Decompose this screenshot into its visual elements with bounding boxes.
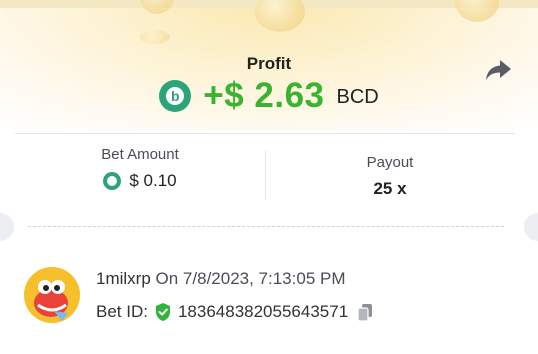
bet-amount-label: Bet Amount <box>101 146 179 163</box>
bet-user-line: 1milxrp On 7/8/2023, 7:13:05 PM <box>96 269 346 289</box>
username[interactable]: 1milxrp <box>96 269 151 288</box>
ticket-dashed-divider <box>28 226 504 227</box>
ticket-notch-right <box>524 213 538 241</box>
bet-amount-block: Bet Amount $ 0.10 <box>20 146 260 191</box>
shield-check-icon <box>155 303 170 321</box>
decorative-coin <box>255 0 305 32</box>
ticket-notch-left <box>0 213 14 241</box>
bet-id-label: Bet ID: <box>96 302 148 321</box>
payout-label: Payout <box>366 154 414 171</box>
avatar[interactable] <box>24 267 80 323</box>
payout-value: 25 x <box>373 179 407 198</box>
bet-detail-card: Profit b +$ 2.63 BCD Bet Amount $ 0.10 P… <box>0 0 538 354</box>
bcd-coin-icon <box>103 172 122 190</box>
share-arrow-icon[interactable] <box>483 58 513 84</box>
stats-divider <box>265 150 266 200</box>
dinosaur-avatar-icon <box>24 267 80 323</box>
bet-id-value: 183648382055643571 <box>177 302 349 321</box>
copy-icon[interactable] <box>356 302 374 322</box>
bet-id-line: Bet ID: 183648382055643571 <box>96 302 374 322</box>
decorative-coin <box>140 0 174 14</box>
bcd-coin-icon: b <box>159 80 192 112</box>
profit-row: b +$ 2.63 BCD <box>0 76 538 116</box>
bet-amount-value: $ 0.10 <box>129 171 177 190</box>
profit-currency: BCD <box>336 85 379 108</box>
payout-block: Payout 25 x <box>270 146 510 199</box>
profit-label: Profit <box>246 54 292 73</box>
profit-header: Profit b +$ 2.63 BCD <box>0 0 538 130</box>
bet-date: On 7/8/2023, 7:13:05 PM <box>155 269 346 288</box>
decorative-coin <box>140 30 170 44</box>
bet-amount-value-row: $ 0.10 <box>20 171 260 191</box>
decorative-coin <box>455 0 499 22</box>
header-divider <box>15 133 515 134</box>
profit-value: +$ 2.63 <box>203 76 325 115</box>
